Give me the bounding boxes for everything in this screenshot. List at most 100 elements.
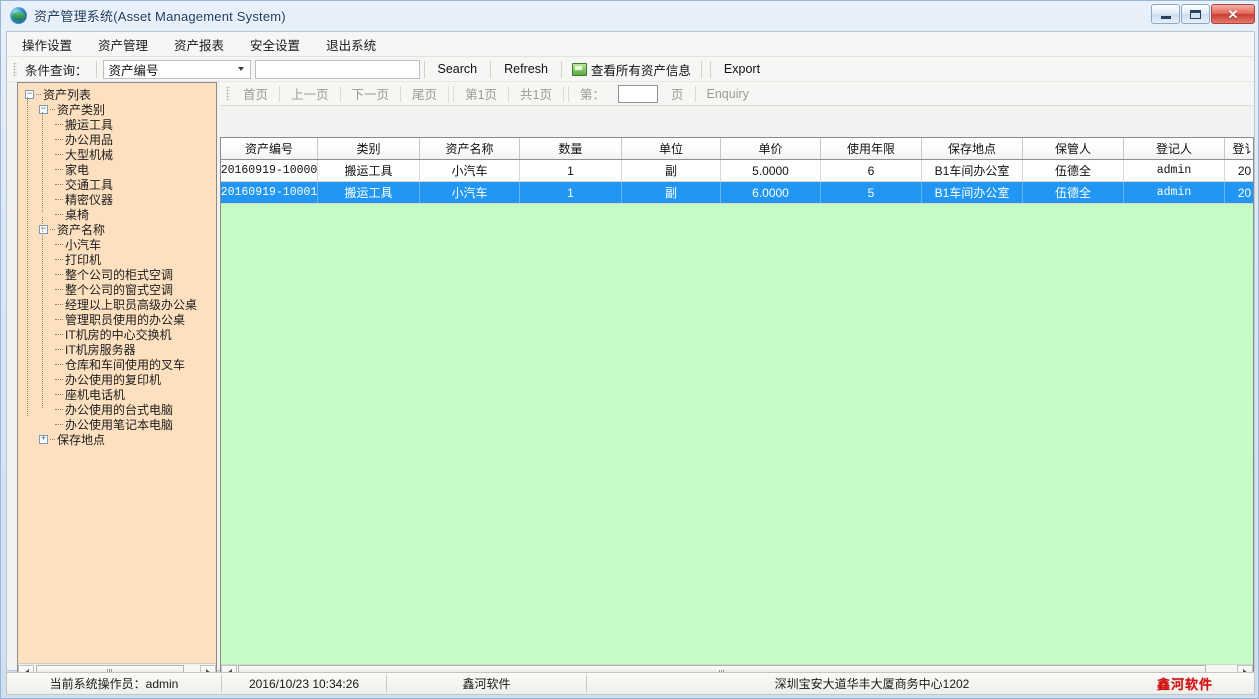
expand-icon[interactable]: + [39,435,48,444]
tree-group-1[interactable]: − 资产名称 [39,222,216,237]
divider [562,85,564,102]
pager-gripper[interactable] [226,86,230,101]
grid-cell: 1 [520,182,622,203]
tree-item-0-5[interactable]: 精密仪器 [55,192,216,207]
condition-select[interactable]: 资产编号 [102,59,251,79]
minimize-button[interactable] [1151,4,1180,24]
menu-exit-system[interactable]: 退出系统 [315,31,387,58]
tree-item-1-7[interactable]: IT机房服务器 [55,342,216,357]
maximize-icon [1190,9,1201,19]
tree-connector [55,379,63,380]
tree-item-1-3[interactable]: 整个公司的窗式空调 [55,282,216,297]
current-page-label: 第1页 [465,88,498,102]
application-window: 资产管理系统(Asset Management System) ✕ 操作设置 资… [0,0,1259,699]
close-button[interactable]: ✕ [1211,4,1255,24]
tree-item-1-6[interactable]: IT机房的中心交换机 [55,327,216,342]
export-button[interactable]: Export [715,60,769,78]
next-page-button[interactable]: 下一页 [343,82,399,105]
tree-item-label: 资产列表 [43,87,92,102]
tree-item-1-8[interactable]: 仓库和车间使用的叉车 [55,357,216,372]
tree-item-label: 整个公司的窗式空调 [65,282,174,297]
menu-asset-management[interactable]: 资产管理 [87,31,159,58]
tree-item-1-0[interactable]: 小汽车 [55,237,216,252]
grid-column-header[interactable]: 登记人 [1124,138,1225,159]
toolbar-gripper[interactable] [13,61,17,77]
tree-item-1-11[interactable]: 办公使用的台式电脑 [55,402,216,417]
tree-item-1-4[interactable]: 经理以上职员高级办公桌 [55,297,216,312]
divider [423,60,425,78]
tree-item-0-1[interactable]: 办公用品 [55,132,216,147]
refresh-button[interactable]: Refresh [495,60,557,78]
close-icon: ✕ [1227,6,1239,22]
table-row[interactable]: 20160919-10001 搬运工具 小汽车 1 副 6.0000 5 B1车间办公室 伍德全… [221,182,1253,204]
grid-cell: 搬运工具 [318,160,420,181]
grid-cell: admin [1124,160,1225,181]
tree-item-0-6[interactable]: 桌椅 [55,207,216,222]
collapse-icon[interactable]: − [39,105,48,114]
maximize-button[interactable] [1181,4,1210,24]
menu-bar: 操作设置 资产管理 资产报表 安全设置 退出系统 [7,32,1254,57]
menu-asset-report[interactable]: 资产报表 [163,31,235,58]
page-unit-label: 页 [670,88,684,102]
prev-page-button[interactable]: 上一页 [282,82,338,105]
grid-header-row: 资产编号类别资产名称数量单位单价使用年限保存地点保管人登记人登讠 [221,138,1253,160]
enquiry-button[interactable]: Enquiry [698,85,758,103]
tree-item-label: 小汽车 [65,237,102,252]
tree-item-1-5[interactable]: 管理职员使用的办公桌 [55,312,216,327]
first-page-button[interactable]: 首页 [234,82,277,105]
query-condition-label: 条件查询： [25,63,88,78]
grid-column-header[interactable]: 使用年限 [821,138,922,159]
tree-group-2[interactable]: + 保存地点 [39,432,216,447]
grid-cell: 伍德全 [1023,182,1124,203]
total-pages-label: 共1页 [520,88,552,102]
window-controls: ✕ [1151,4,1255,24]
grid-column-header[interactable]: 资产编号 [221,138,318,159]
tree-item-1-9[interactable]: 办公使用的复印机 [55,372,216,387]
status-address: 深圳宝安大道华丰大厦商务中心1202 [774,677,970,691]
grid-column-header[interactable]: 类别 [318,138,420,159]
grid-column-header[interactable]: 数量 [520,138,622,159]
tree-connector [55,244,63,245]
goto-page-label: 第： [579,88,605,102]
tree-item-0-0[interactable]: 搬运工具 [55,117,216,132]
tree-item-label: 搬运工具 [65,117,114,132]
grid-body[interactable]: 20160919-10000 搬运工具 小汽车 1 副 5.0000 6 B1车间办公室 伍德全… [221,160,1253,204]
tree-item-0-3[interactable]: 家电 [55,162,216,177]
tree-item-1-2[interactable]: 整个公司的柜式空调 [55,267,216,282]
tree-item-0-2[interactable]: 大型机械 [55,147,216,162]
tree-item-label: 办公用品 [65,132,114,147]
divider [567,85,569,102]
grid-column-header[interactable]: 登讠 [1225,138,1253,159]
tree-item-0-4[interactable]: 交通工具 [55,177,216,192]
divider [279,85,281,102]
tree-root-asset-list[interactable]: − 资产列表 [25,87,216,102]
tree-connector [55,319,63,320]
tree-connector [50,109,55,110]
menu-operation-settings[interactable]: 操作设置 [11,31,83,58]
asset-tree[interactable]: − 资产列表 − 资产类别 搬运工具 办公用品 大型机械 家电 交通工具 精密仪器 桌椅 − 资产名称小… [18,83,216,663]
tree-connector [55,154,63,155]
divider [560,60,562,78]
grid-column-header[interactable]: 保管人 [1023,138,1124,159]
tree-item-1-10[interactable]: 座机电话机 [55,387,216,402]
tree-item-label: 办公使用的台式电脑 [65,402,174,417]
tree-item-1-1[interactable]: 打印机 [55,252,216,267]
tree-connector [55,364,63,365]
page-number-input[interactable] [617,84,658,103]
tree-connector [50,439,55,440]
collapse-icon[interactable]: − [39,225,48,234]
search-input[interactable] [254,59,420,79]
grid-column-header[interactable]: 单位 [622,138,721,159]
table-row[interactable]: 20160919-10000 搬运工具 小汽车 1 副 5.0000 6 B1车间办公室 伍德全… [221,160,1253,182]
tree-group-0[interactable]: − 资产类别 [39,102,216,117]
tree-item-1-12[interactable]: 办公使用笔记本电脑 [55,417,216,432]
search-button[interactable]: Search [429,60,487,78]
last-page-button[interactable]: 尾页 [403,82,446,105]
grid-column-header[interactable]: 资产名称 [420,138,520,159]
view-all-assets-button[interactable]: 查看所有资产信息 [566,58,697,81]
grid-column-header[interactable]: 单价 [721,138,821,159]
grid-cell: B1车间办公室 [922,182,1023,203]
tree-connector [55,304,63,305]
menu-security-settings[interactable]: 安全设置 [239,31,311,58]
grid-column-header[interactable]: 保存地点 [922,138,1023,159]
